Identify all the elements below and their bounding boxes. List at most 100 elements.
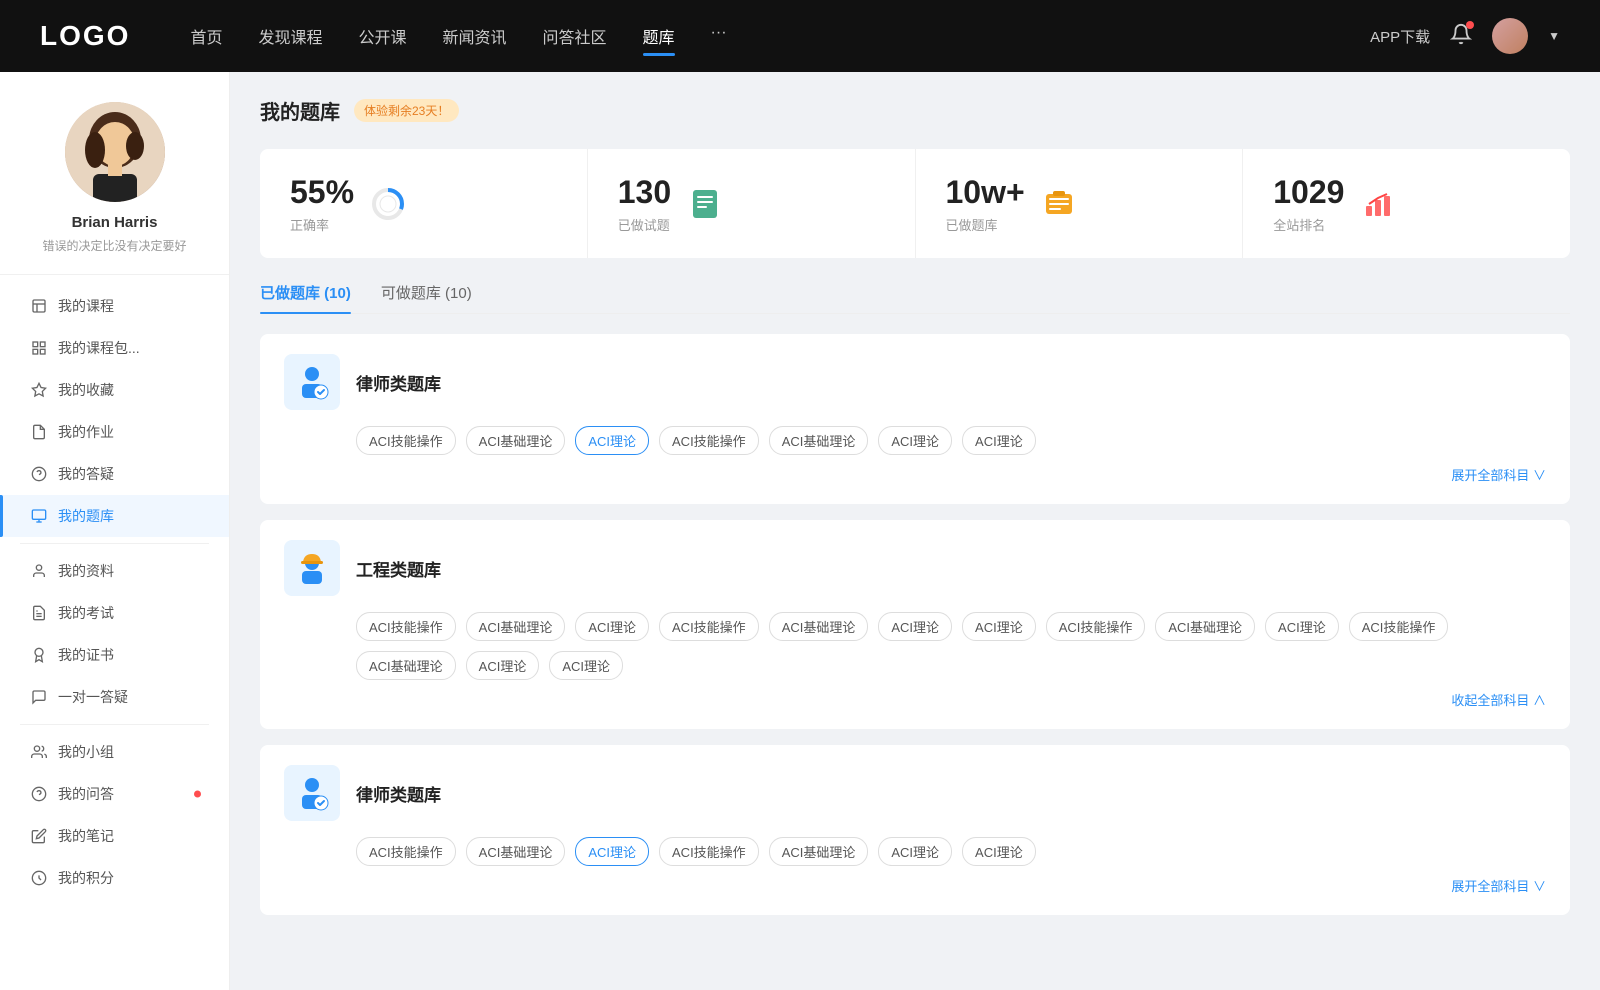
tabs-row: 已做题库 (10) 可做题库 (10): [260, 282, 1570, 314]
qbank-card-1-header: 工程类题库: [284, 540, 1546, 596]
sidebar-item-notes-label: 我的笔记: [58, 826, 114, 846]
stat-correctrate-label: 正确率: [290, 215, 354, 234]
sidebar-item-exam[interactable]: 我的考试: [0, 592, 229, 634]
stat-done-banks-icon: [1041, 186, 1077, 222]
sidebar-item-homework[interactable]: 我的作业: [0, 411, 229, 453]
nav-link-home[interactable]: 首页: [190, 20, 222, 52]
qbank-tag[interactable]: ACI基础理论: [769, 837, 869, 866]
qbank-card-2-header: 律师类题库: [284, 765, 1546, 821]
nav-link-discover[interactable]: 发现课程: [258, 20, 322, 52]
qbank-tag[interactable]: ACI技能操作: [1046, 612, 1146, 641]
profile-icon: [30, 562, 48, 580]
sidebar-item-profile-label: 我的资料: [58, 561, 114, 581]
sidebar-item-qbank[interactable]: 我的题库: [0, 495, 229, 537]
nav-links: 首页 发现课程 公开课 新闻资讯 问答社区 题库 ···: [190, 20, 1370, 52]
qbank-tag[interactable]: ACI技能操作: [356, 426, 456, 455]
questions-dot: [194, 791, 201, 798]
sidebar-item-profile[interactable]: 我的资料: [0, 550, 229, 592]
stat-done-questions: 130 已做试题: [588, 149, 916, 258]
sidebar-item-questions-label: 我的问答: [58, 784, 114, 804]
qbank-tag[interactable]: ACI理论: [466, 651, 540, 680]
nav-right: APP下载 ▼: [1370, 18, 1560, 54]
qbank-tag[interactable]: ACI技能操作: [356, 837, 456, 866]
tab-available-banks[interactable]: 可做题库 (10): [381, 282, 472, 313]
page-layout: Brian Harris 错误的决定比没有决定要好 我的课程 我的课程包...: [0, 72, 1600, 990]
sidebar-item-certificate[interactable]: 我的证书: [0, 634, 229, 676]
qbank-tag[interactable]: ACI理论: [575, 837, 649, 866]
avatar-chevron-icon[interactable]: ▼: [1548, 29, 1560, 43]
sidebar-menu: 我的课程 我的课程包... 我的收藏 我的作业: [0, 275, 229, 909]
qbank-tag[interactable]: ACI理论: [878, 426, 952, 455]
navbar: LOGO 首页 发现课程 公开课 新闻资讯 问答社区 题库 ··· APP下载 …: [0, 0, 1600, 72]
qbank-tag[interactable]: ACI理论: [962, 612, 1036, 641]
sidebar-item-qbank-label: 我的题库: [58, 506, 114, 526]
qbank-tag[interactable]: ACI技能操作: [659, 612, 759, 641]
tab-done-banks[interactable]: 已做题库 (10): [260, 282, 351, 313]
nav-link-news[interactable]: 新闻资讯: [443, 20, 507, 52]
sidebar-item-exam-label: 我的考试: [58, 603, 114, 623]
sidebar-item-favorites[interactable]: 我的收藏: [0, 369, 229, 411]
qbank-tag[interactable]: ACI理论: [878, 837, 952, 866]
qbank-tag[interactable]: ACI技能操作: [356, 612, 456, 641]
sidebar-item-group-label: 我的小组: [58, 742, 114, 762]
qbank-tag[interactable]: ACI基础理论: [1155, 612, 1255, 641]
sidebar-item-course-packages-label: 我的课程包...: [58, 338, 140, 358]
nav-link-opencourse[interactable]: 公开课: [358, 20, 406, 52]
sidebar-avatar: [65, 102, 165, 202]
sidebar-item-courses-label: 我的课程: [58, 296, 114, 316]
qbank-card-1-title: 工程类题库: [356, 556, 441, 581]
qbank-card-1-collapse[interactable]: 收起全部科目 ∧: [284, 690, 1546, 709]
qbank-tag[interactable]: ACI基础理论: [356, 651, 456, 680]
nav-link-qbank[interactable]: 题库: [643, 20, 675, 52]
sidebar-item-oneone[interactable]: 一对一答疑: [0, 676, 229, 718]
stat-ranking: 1029 全站排名: [1243, 149, 1570, 258]
qbank-tag[interactable]: ACI理论: [575, 426, 649, 455]
homework-icon: [30, 423, 48, 441]
qbank-tag[interactable]: ACI基础理论: [466, 426, 566, 455]
sidebar-item-qa[interactable]: 我的答疑: [0, 453, 229, 495]
stat-done-questions-label: 已做试题: [618, 215, 671, 234]
qbank-tag[interactable]: ACI理论: [1265, 612, 1339, 641]
qbank-card-0: 律师类题库 ACI技能操作ACI基础理论ACI理论ACI技能操作ACI基础理论A…: [260, 334, 1570, 504]
stat-done-banks-number: 10w+: [946, 173, 1025, 211]
nav-link-qa[interactable]: 问答社区: [543, 20, 607, 52]
sidebar-item-qa-label: 我的答疑: [58, 464, 114, 484]
qbank-tag[interactable]: ACI技能操作: [1349, 612, 1449, 641]
qbank-card-2-tags: ACI技能操作 ACI基础理论 ACI理论 ACI技能操作 ACI基础理论 ACI理论 AC…: [356, 837, 1546, 866]
certificate-icon: [30, 646, 48, 664]
app-download-link[interactable]: APP下载: [1370, 26, 1430, 47]
qbank-card-0-icon: [284, 354, 340, 410]
qbank-card-1: 工程类题库 ACI技能操作 ACI基础理论 ACI理论 ACI技能操作 ACI基础理论 A…: [260, 520, 1570, 729]
qbank-tag[interactable]: ACI基础理论: [466, 612, 566, 641]
sidebar-item-questions[interactable]: 我的问答: [0, 773, 229, 815]
trial-badge: 体验剩余23天！: [354, 99, 459, 122]
qbank-tag[interactable]: ACI理论: [962, 837, 1036, 866]
qbank-card-2-expand[interactable]: 展开全部科目 ∨: [284, 876, 1546, 895]
stat-correctrate-text: 55% 正确率: [290, 173, 354, 234]
qbank-card-0-expand[interactable]: 展开全部科目 ∨: [284, 465, 1546, 484]
stat-ranking-text: 1029 全站排名: [1273, 173, 1344, 234]
sidebar-item-group[interactable]: 我的小组: [0, 731, 229, 773]
qbank-tag[interactable]: ACI技能操作: [659, 837, 759, 866]
nav-link-more[interactable]: ···: [711, 20, 727, 52]
courses-icon: [30, 297, 48, 315]
qbank-tag[interactable]: ACI理论: [575, 612, 649, 641]
sidebar-item-course-packages[interactable]: 我的课程包...: [0, 327, 229, 369]
sidebar-item-courses[interactable]: 我的课程: [0, 285, 229, 327]
sidebar-item-points[interactable]: 我的积分: [0, 857, 229, 899]
sidebar-item-favorites-label: 我的收藏: [58, 380, 114, 400]
qbank-tag[interactable]: ACI基础理论: [769, 612, 869, 641]
qbank-tag[interactable]: ACI技能操作: [659, 426, 759, 455]
qbank-tag[interactable]: ACI理论: [549, 651, 623, 680]
qbank-tag[interactable]: ACI基础理论: [466, 837, 566, 866]
qbank-tag[interactable]: ACI理论: [878, 612, 952, 641]
stat-done-banks-label: 已做题库: [946, 215, 1025, 234]
notification-bell[interactable]: [1450, 23, 1472, 49]
qbank-tag[interactable]: ACI基础理论: [769, 426, 869, 455]
avatar[interactable]: [1492, 18, 1528, 54]
stat-done-banks-text: 10w+ 已做题库: [946, 173, 1025, 234]
qbank-tag[interactable]: ACI理论: [962, 426, 1036, 455]
qbank-icon: [30, 507, 48, 525]
sidebar-item-notes[interactable]: 我的笔记: [0, 815, 229, 857]
sidebar-divider-2: [20, 724, 209, 725]
